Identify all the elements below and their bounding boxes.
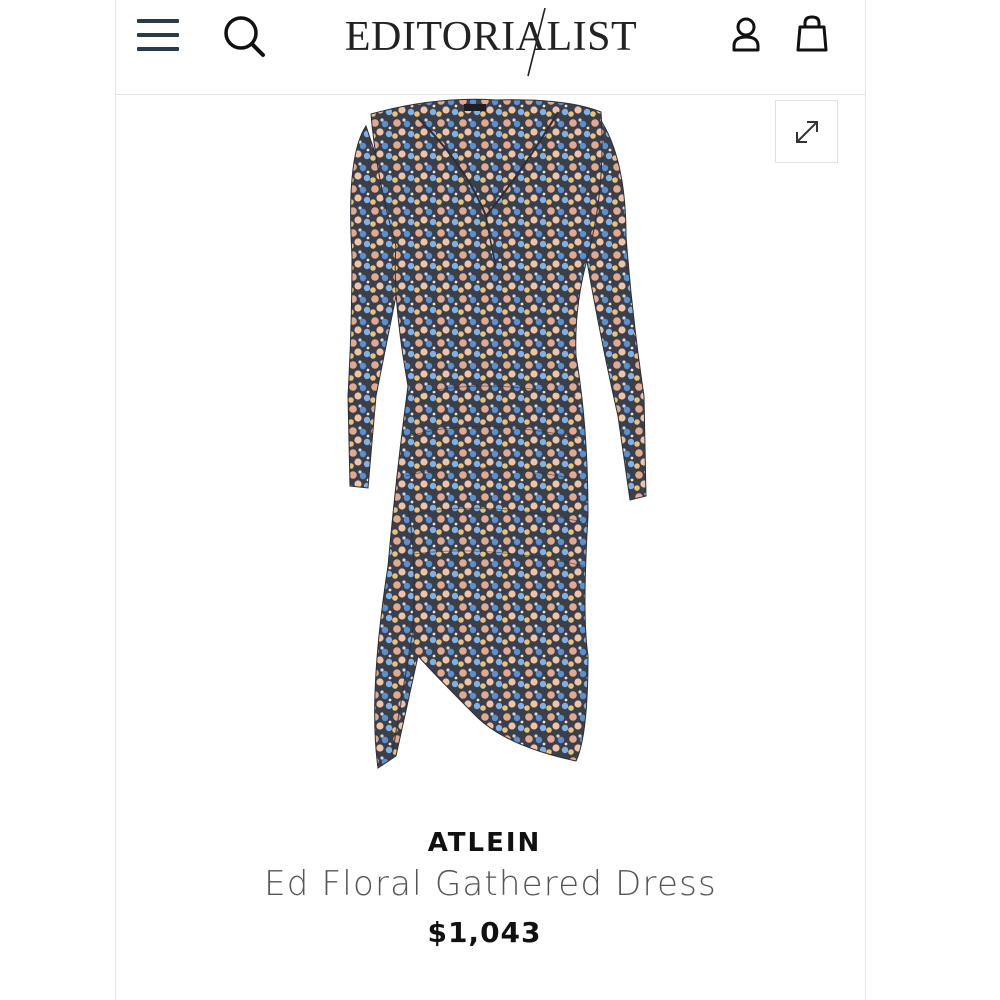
product-brand[interactable]: ATLEIN xyxy=(104,828,865,858)
logo-slash-mark xyxy=(527,8,546,77)
expand-arrows-icon xyxy=(795,120,818,143)
search-icon xyxy=(224,16,265,57)
product-info: ATLEIN Ed Floral Gathered Dress $1,043 xyxy=(116,828,865,949)
product-name[interactable]: Ed Floral Gathered Dress xyxy=(116,864,865,904)
product-gallery[interactable] xyxy=(116,96,865,796)
shopping-bag-icon xyxy=(796,15,828,52)
site-header: EDITORIALIST xyxy=(116,0,865,95)
menu-button[interactable] xyxy=(134,14,182,56)
expand-image-button[interactable] xyxy=(775,100,838,163)
site-logo[interactable]: EDITORIALIST xyxy=(324,8,658,77)
product-image[interactable] xyxy=(326,96,666,776)
hamburger-menu-icon xyxy=(137,19,179,51)
page-frame: EDITORIALIST ATLEIN Ed Floral Gathered D… xyxy=(115,0,866,1000)
account-button[interactable] xyxy=(728,12,764,56)
search-button[interactable] xyxy=(220,12,268,60)
floral-dress-image xyxy=(347,98,647,769)
product-price: $1,043 xyxy=(427,916,542,949)
user-account-icon xyxy=(732,17,760,52)
shopping-bag-button[interactable] xyxy=(792,12,832,56)
logo-text: EDITORIALIST xyxy=(344,14,638,60)
